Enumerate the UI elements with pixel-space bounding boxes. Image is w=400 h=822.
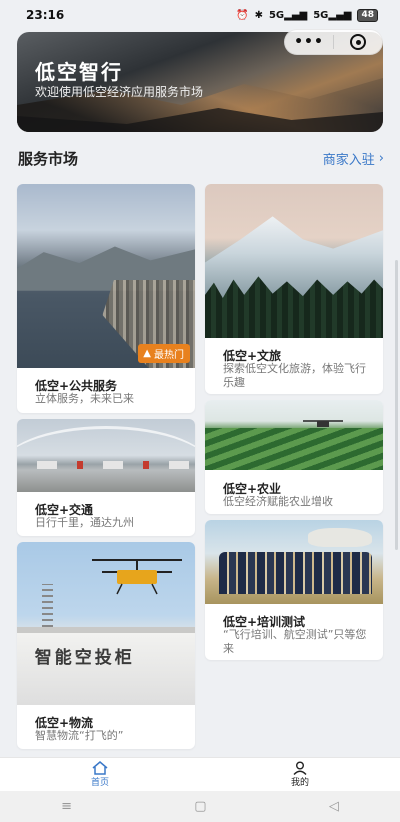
- bottom-tabbar: 首页 我的: [0, 757, 400, 791]
- card-culture-tourism[interactable]: 低空+文旅 探索低空文化旅游，体验飞行乐趣: [205, 184, 383, 394]
- card-agriculture[interactable]: 低空+农业 低空经济赋能农业增收: [205, 400, 383, 514]
- card-desc: “飞行培训、航空测试”只等您来: [223, 628, 367, 655]
- banner-subtitle: 欢迎使用低空经济应用服务市场: [35, 85, 204, 99]
- card-image-public-service: ▲ 最热门: [17, 184, 195, 368]
- home-icon: [92, 761, 108, 775]
- home-button-icon[interactable]: ▢: [194, 799, 206, 814]
- status-icons: ⏰ ✱ 5G▂▄▆ 5G▂▄▆ 48: [236, 8, 378, 22]
- target-icon: [350, 34, 366, 50]
- drone-image: [302, 419, 343, 427]
- card-traffic[interactable]: 低空+交通 日行千里，通达九州: [17, 419, 195, 536]
- status-bar: 23:16 ⏰ ✱ 5G▂▄▆ 5G▂▄▆ 48: [0, 0, 400, 30]
- more-menu-button[interactable]: •••: [285, 35, 333, 49]
- tab-mine[interactable]: 我的: [200, 758, 400, 791]
- card-image-training-testing: [205, 520, 383, 604]
- card-desc: 日行千里，通达九州: [35, 516, 134, 529]
- card-training-testing[interactable]: 低空+培训测试 “飞行培训、航空测试”只等您来: [205, 520, 383, 660]
- scrollbar[interactable]: [395, 260, 398, 550]
- status-time: 23:16: [26, 8, 65, 22]
- card-public-service[interactable]: ▲ 最热门 低空+公共服务 立体服务，未来已来: [17, 184, 195, 413]
- fire-icon: ▲: [143, 348, 151, 359]
- card-image-logistics: 智能空投柜: [17, 542, 195, 705]
- banner-title: 低空智行: [35, 60, 123, 84]
- card-image-traffic: [17, 419, 195, 492]
- card-desc: 低空经济赋能农业增收: [223, 495, 333, 508]
- tab-label: 我的: [290, 778, 309, 788]
- card-desc: 立体服务，未来已来: [35, 392, 134, 405]
- system-nav-bar: ≡ ▢ ◁: [0, 791, 400, 822]
- card-image-caption: 智能空投柜: [34, 648, 135, 669]
- bluetooth-icon: ✱: [254, 9, 263, 21]
- card-logistics[interactable]: 智能空投柜 低空+物流 智慧物流“打飞的”: [17, 542, 195, 749]
- card-image-agriculture: [205, 400, 383, 470]
- card-desc: 探索低空文化旅游，体验飞行乐趣: [223, 362, 366, 389]
- miniprogram-capsule: •••: [284, 29, 383, 55]
- user-icon: [293, 761, 307, 775]
- back-icon[interactable]: ◁: [329, 799, 339, 814]
- signal-icon: 5G▂▄▆: [268, 9, 308, 21]
- section-header: 服务市场 商家入驻 ›: [18, 148, 384, 169]
- alarm-icon: ⏰: [236, 9, 249, 21]
- tab-label: 首页: [90, 778, 109, 788]
- battery-icon: 48: [357, 8, 378, 22]
- close-miniprogram-button[interactable]: [334, 34, 382, 50]
- tab-home[interactable]: 首页: [0, 758, 200, 791]
- merchant-join-link[interactable]: 商家入驻 ›: [323, 149, 384, 168]
- chevron-right-icon: ›: [378, 151, 384, 166]
- drone-image: [92, 559, 182, 595]
- hot-badge: ▲ 最热门: [138, 344, 190, 363]
- section-title: 服务市场: [18, 150, 79, 168]
- card-desc: 智慧物流“打飞的”: [35, 729, 124, 742]
- signal-icon-2: 5G▂▄▆: [313, 9, 352, 21]
- card-image-culture-tourism: [205, 184, 383, 338]
- menu-icon[interactable]: ≡: [61, 799, 72, 814]
